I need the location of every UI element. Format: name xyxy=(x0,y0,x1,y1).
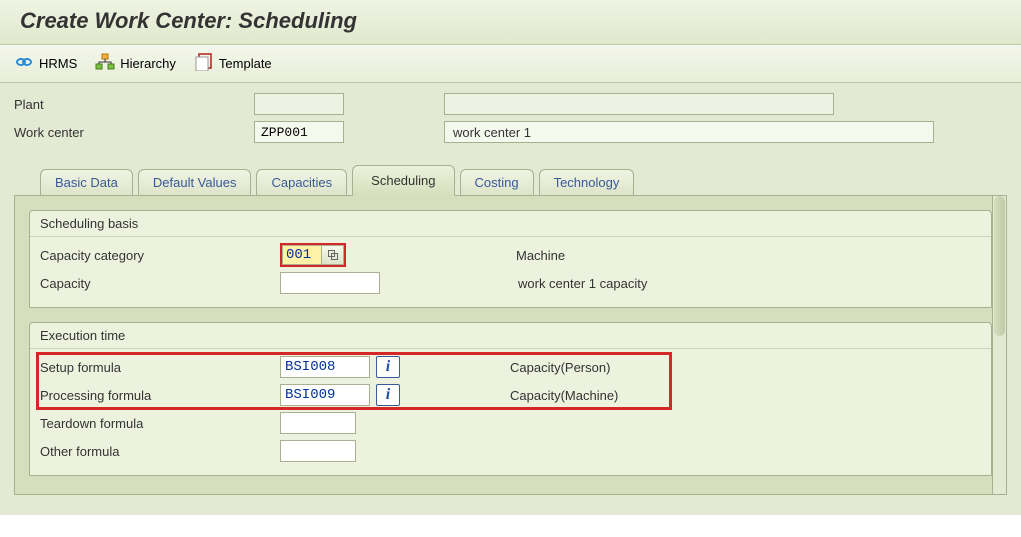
hrms-button[interactable]: HRMS xyxy=(14,54,77,73)
tab-technology[interactable]: Technology xyxy=(539,169,635,195)
setup-formula-label: Setup formula xyxy=(40,360,280,375)
toolbar: HRMS Hierarchy Template xyxy=(0,45,1021,83)
value-help-button[interactable] xyxy=(322,245,344,265)
tab-scheduling[interactable]: Scheduling xyxy=(352,165,454,196)
tab-basic-data[interactable]: Basic Data xyxy=(40,169,133,195)
processing-formula-desc: Capacity(Machine) xyxy=(510,388,618,403)
tab-strip: Basic Data Default Values Capacities Sch… xyxy=(0,155,1021,195)
setup-formula-desc: Capacity(Person) xyxy=(510,360,610,375)
scroll-thumb[interactable] xyxy=(994,196,1005,336)
teardown-formula-input[interactable] xyxy=(280,412,356,434)
other-formula-label: Other formula xyxy=(40,444,280,459)
setup-formula-input[interactable]: BSI008 xyxy=(280,356,370,378)
template-icon xyxy=(194,53,214,74)
capacity-desc: work center 1 capacity xyxy=(518,276,647,291)
work-center-label: Work center xyxy=(14,125,254,140)
info-button-setup[interactable]: i xyxy=(376,356,400,378)
processing-formula-input[interactable]: BSI009 xyxy=(280,384,370,406)
scheduling-panel: Scheduling basis Capacity category 001 M… xyxy=(14,195,1007,495)
execution-time-group: Execution time Setup formula BSI008 i Ca… xyxy=(29,322,992,476)
processing-formula-label: Processing formula xyxy=(40,388,280,403)
template-label: Template xyxy=(219,56,272,71)
info-button-processing[interactable]: i xyxy=(376,384,400,406)
hierarchy-label: Hierarchy xyxy=(120,56,176,71)
scheduling-basis-title: Scheduling basis xyxy=(30,211,991,237)
tab-capacities[interactable]: Capacities xyxy=(256,169,347,195)
capacity-category-field: 001 xyxy=(280,243,346,267)
capacity-category-desc: Machine xyxy=(516,248,565,263)
plant-label: Plant xyxy=(14,97,254,112)
other-formula-input[interactable] xyxy=(280,440,356,462)
work-center-input[interactable]: ZPP001 xyxy=(254,121,344,143)
link-icon xyxy=(14,54,34,73)
hrms-label: HRMS xyxy=(39,56,77,71)
capacity-category-input[interactable]: 001 xyxy=(282,245,322,265)
page-title: Create Work Center: Scheduling xyxy=(20,8,357,33)
plant-input[interactable] xyxy=(254,93,344,115)
tab-costing[interactable]: Costing xyxy=(460,169,534,195)
tab-default-values[interactable]: Default Values xyxy=(138,169,252,195)
plant-desc xyxy=(444,93,834,115)
hierarchy-icon xyxy=(95,53,115,74)
teardown-formula-label: Teardown formula xyxy=(40,416,280,431)
scheduling-basis-group: Scheduling basis Capacity category 001 M… xyxy=(29,210,992,308)
capacity-input[interactable] xyxy=(280,272,380,294)
capacity-category-label: Capacity category xyxy=(40,248,280,263)
template-button[interactable]: Template xyxy=(194,53,272,74)
vertical-scrollbar[interactable] xyxy=(992,196,1006,494)
title-bar: Create Work Center: Scheduling xyxy=(0,0,1021,45)
execution-time-title: Execution time xyxy=(30,323,991,349)
capacity-label: Capacity xyxy=(40,276,280,291)
work-center-desc: work center 1 xyxy=(444,121,934,143)
hierarchy-button[interactable]: Hierarchy xyxy=(95,53,176,74)
header-area: Plant Work center ZPP001 work center 1 xyxy=(0,83,1021,155)
